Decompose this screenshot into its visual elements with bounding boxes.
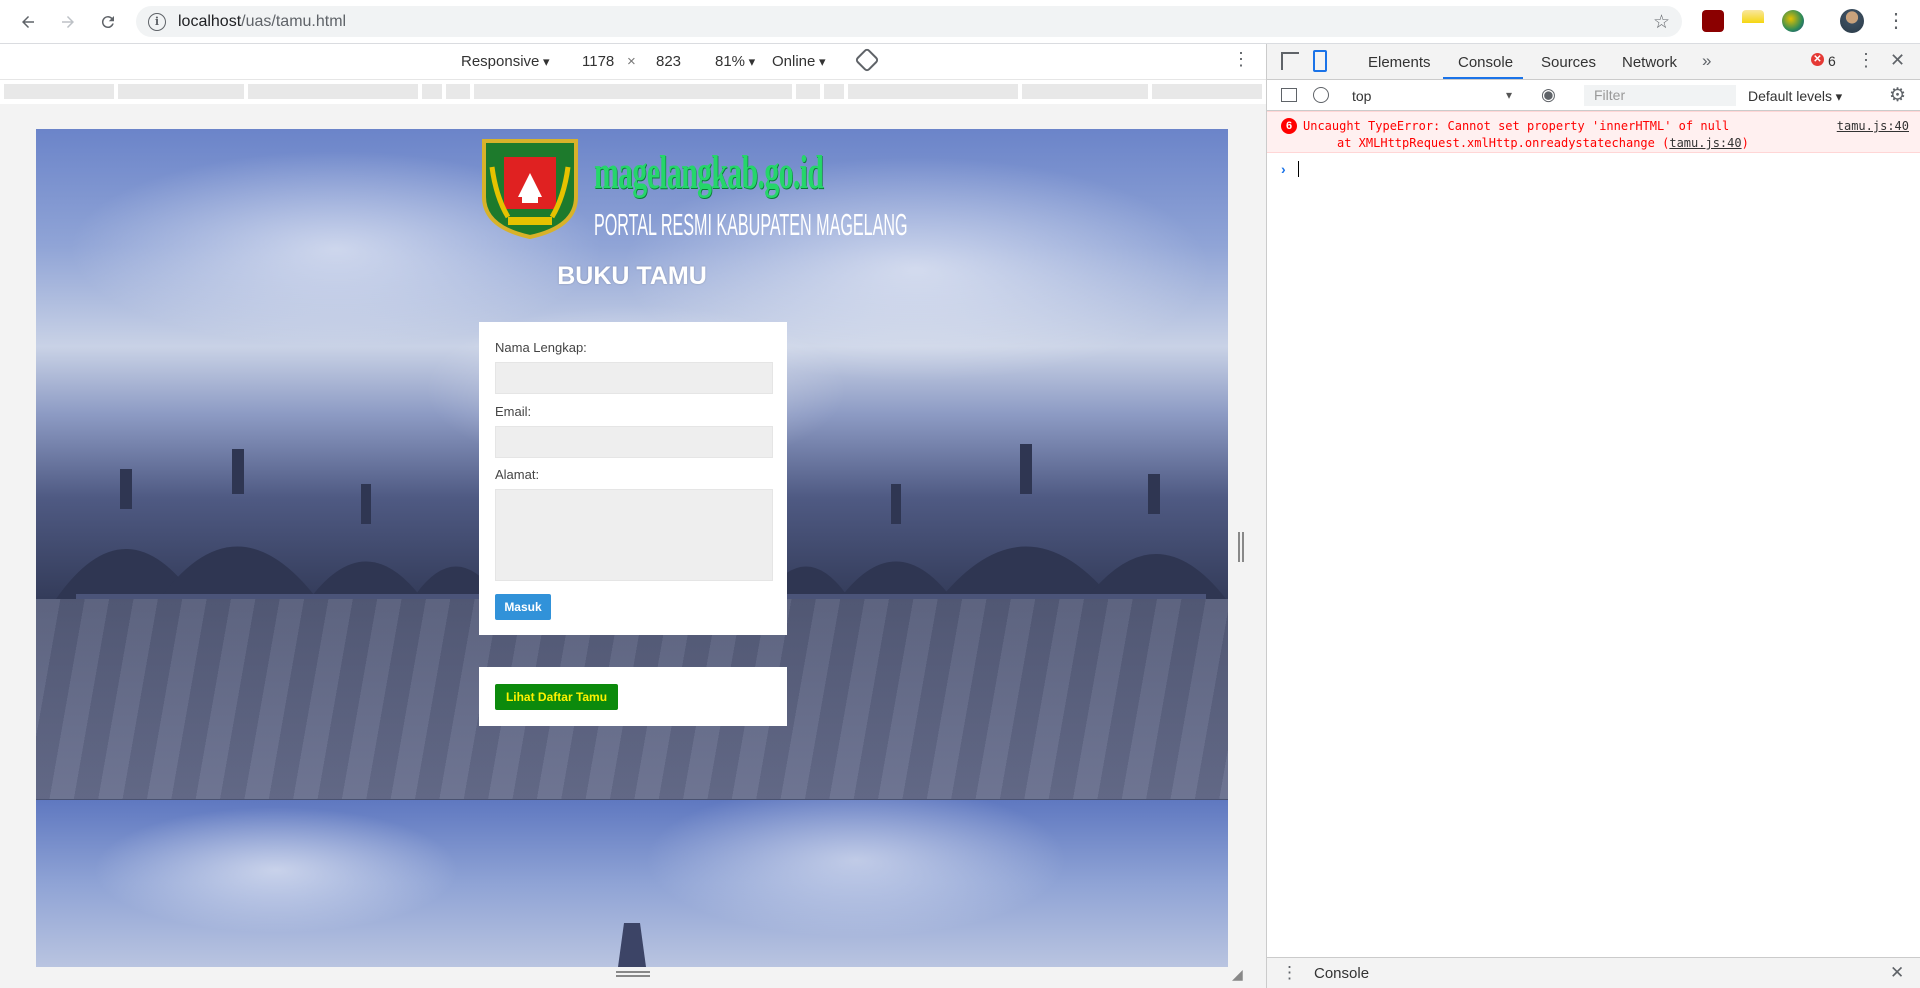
context-select[interactable]: top xyxy=(1352,88,1512,104)
media-query-segment[interactable] xyxy=(824,84,844,99)
media-query-segment[interactable] xyxy=(796,84,820,99)
log-levels-select[interactable]: Default levels xyxy=(1748,88,1842,105)
bookmark-star-icon[interactable]: ☆ xyxy=(1653,11,1670,34)
address-label: Alamat: xyxy=(495,467,540,482)
info-icon[interactable]: i xyxy=(148,12,166,31)
name-input[interactable] xyxy=(495,362,773,394)
device-more-icon[interactable]: ⋮ xyxy=(1232,49,1250,70)
guest-list-card: Lihat Daftar Tamu xyxy=(479,667,787,726)
site-logo: magelangkab.go.id PORTAL RESMI KABUPATEN… xyxy=(478,137,908,242)
drawer-tab-console[interactable]: Console xyxy=(1314,965,1369,982)
url-text[interactable]: localhost/uas/tamu.html xyxy=(178,13,346,31)
eye-icon[interactable]: ◉ xyxy=(1541,85,1556,105)
console-prompt-icon: › xyxy=(1281,161,1286,177)
forward-arrow-icon[interactable] xyxy=(48,2,88,42)
message-repeat-count: 6 xyxy=(1281,118,1297,134)
email-input[interactable] xyxy=(495,426,773,458)
viewport-height-input[interactable]: 823 xyxy=(656,53,681,70)
guest-form: Nama Lengkap: Email: Alamat: Masuk xyxy=(479,322,787,635)
network-throttle-select[interactable]: Online xyxy=(772,53,826,70)
console-error-message[interactable]: 6 Uncaught TypeError: Cannot set propert… xyxy=(1267,111,1920,153)
active-tab-indicator xyxy=(1443,77,1523,79)
dimension-separator: × xyxy=(627,53,636,70)
sidebar-toggle-icon[interactable] xyxy=(1281,88,1297,102)
media-query-segment[interactable] xyxy=(4,84,114,99)
media-query-segment[interactable] xyxy=(1152,84,1262,99)
viewport-resize-handle-bottom[interactable] xyxy=(616,971,650,977)
url-host: localhost xyxy=(178,12,242,30)
devtools-panel: Elements Console Sources Network » ✕ 6 ⋮… xyxy=(1266,44,1920,988)
kabupaten-crest-icon xyxy=(482,139,578,240)
stupa-spire-image xyxy=(618,923,646,967)
logo-title: magelangkab.go.id xyxy=(594,146,824,199)
media-query-segment[interactable] xyxy=(422,84,442,99)
avatar[interactable] xyxy=(1840,9,1864,33)
tab-elements[interactable]: Elements xyxy=(1368,54,1431,71)
error-text: Uncaught TypeError: Cannot set property … xyxy=(1303,119,1730,133)
device-viewport-area: magelangkab.go.id PORTAL RESMI KABUPATEN… xyxy=(0,104,1266,988)
browser-toolbar: i localhost/uas/tamu.html ☆ ⋮ xyxy=(0,0,1920,44)
zoom-select[interactable]: 81% xyxy=(715,53,755,70)
media-query-segment[interactable] xyxy=(118,84,244,99)
devtools-tab-bar: Elements Console Sources Network » ✕ 6 ⋮… xyxy=(1267,44,1920,80)
rotate-icon[interactable] xyxy=(854,47,880,73)
media-query-segment[interactable] xyxy=(848,84,1018,99)
error-icon[interactable]: ✕ xyxy=(1811,53,1824,66)
name-label: Nama Lengkap: xyxy=(495,340,587,355)
notes-extension-icon[interactable] xyxy=(1742,10,1764,32)
stack-source-link[interactable]: tamu.js:40 xyxy=(1669,136,1741,150)
view-guest-list-button[interactable]: Lihat Daftar Tamu xyxy=(495,684,618,710)
error-count[interactable]: 6 xyxy=(1828,53,1836,69)
email-label: Email: xyxy=(495,404,532,419)
page-viewport: magelangkab.go.id PORTAL RESMI KABUPATEN… xyxy=(36,129,1228,967)
media-query-segment[interactable] xyxy=(446,84,470,99)
media-query-segment[interactable] xyxy=(1022,84,1148,99)
globe-extension-icon[interactable] xyxy=(1782,10,1804,32)
stack-text-end: ) xyxy=(1741,136,1749,150)
back-arrow-icon[interactable] xyxy=(8,2,48,42)
close-drawer-icon[interactable]: ✕ xyxy=(1890,963,1904,983)
stack-text: at XMLHttpRequest.xmlHttp.onreadystatech… xyxy=(1337,136,1670,150)
console-settings-gear-icon[interactable]: ⚙ xyxy=(1889,84,1906,107)
clear-console-icon[interactable] xyxy=(1313,87,1329,103)
page-title: BUKU TAMU xyxy=(557,262,707,290)
close-devtools-icon[interactable]: ✕ xyxy=(1890,50,1905,71)
repeated-background xyxy=(36,800,1228,967)
error-source-link[interactable]: tamu.js:40 xyxy=(1837,119,1909,133)
device-select[interactable]: Responsive xyxy=(461,53,550,70)
reload-icon[interactable] xyxy=(88,2,128,42)
device-toggle-icon[interactable] xyxy=(1313,50,1327,72)
address-bar[interactable]: i localhost/uas/tamu.html ☆ xyxy=(136,6,1682,37)
tab-network[interactable]: Network xyxy=(1622,54,1677,71)
viewport-resize-handle-right[interactable] xyxy=(1238,532,1244,562)
device-toolbar: Responsive 1178 × 823 81% Online ⋮ xyxy=(0,44,1266,80)
tab-console[interactable]: Console xyxy=(1458,54,1513,71)
tab-sources[interactable]: Sources xyxy=(1541,54,1596,71)
more-tabs-icon[interactable]: » xyxy=(1702,51,1711,71)
submit-button[interactable]: Masuk xyxy=(495,594,551,620)
browser-menu-icon[interactable]: ⋮ xyxy=(1886,8,1906,33)
url-path: /uas/tamu.html xyxy=(241,12,347,30)
logo-subtitle: PORTAL RESMI KABUPATEN MAGELANG xyxy=(594,207,908,242)
console-toolbar: top ◉ Filter Default levels ⚙ xyxy=(1267,80,1920,111)
media-query-bar[interactable] xyxy=(0,80,1266,104)
console-filter-input[interactable]: Filter xyxy=(1584,85,1736,106)
console-input[interactable] xyxy=(1298,161,1299,177)
viewport-width-input[interactable]: 1178 xyxy=(582,53,614,70)
inspect-element-icon[interactable] xyxy=(1281,52,1299,70)
media-query-segment[interactable] xyxy=(248,84,418,99)
console-drawer: ⋮ Console ✕ xyxy=(1267,957,1920,988)
ublock-extension-icon[interactable] xyxy=(1702,10,1724,32)
drawer-menu-icon[interactable]: ⋮ xyxy=(1281,963,1298,983)
media-query-segment[interactable] xyxy=(474,84,792,99)
devtools-menu-icon[interactable]: ⋮ xyxy=(1857,50,1875,71)
address-textarea[interactable] xyxy=(495,489,773,581)
viewport-resize-corner-icon[interactable]: ◢ xyxy=(1232,966,1243,983)
error-stack-line: at XMLHttpRequest.xmlHttp.onreadystatech… xyxy=(1337,136,1749,150)
